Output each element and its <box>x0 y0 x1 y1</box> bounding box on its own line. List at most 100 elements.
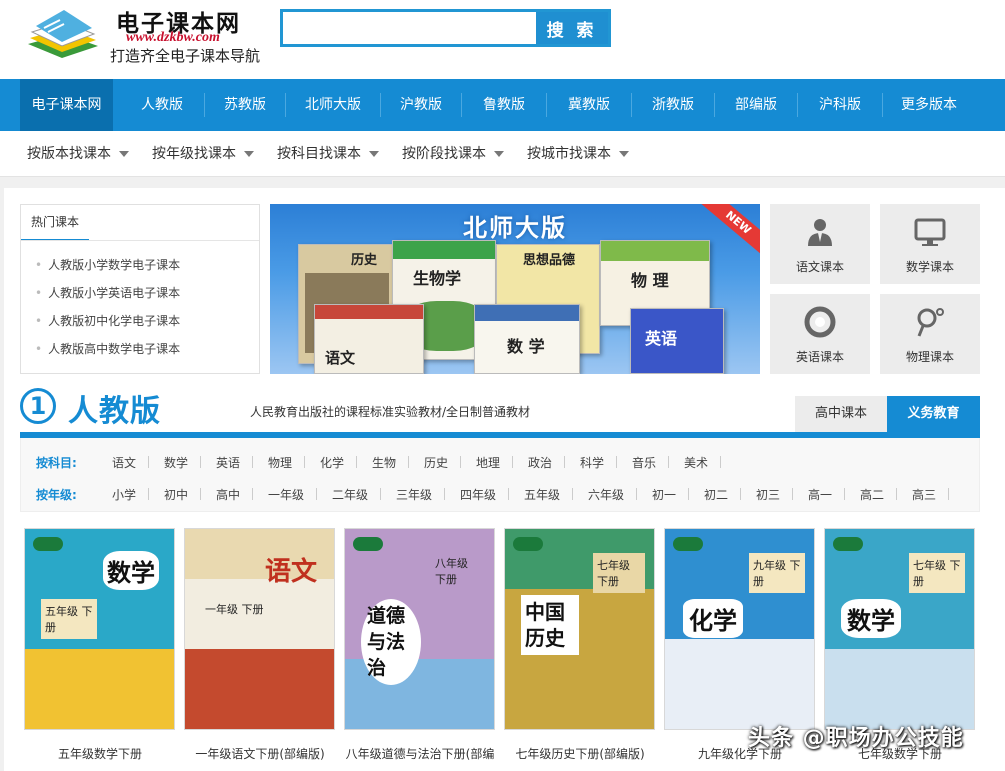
filter-label: 按城市找课本 <box>527 146 611 162</box>
grade-link[interactable]: 四年级 <box>460 486 496 503</box>
nav-item-jijiao[interactable]: 冀教版 <box>547 79 631 131</box>
pin-icon <box>917 308 944 337</box>
nav-item-bsd[interactable]: 北师大版 <box>286 79 380 131</box>
nav-item-huke[interactable]: 沪科版 <box>798 79 882 131</box>
banner-book-label: 数 学 <box>507 337 545 356</box>
chevron-down-icon <box>494 151 504 157</box>
search-button[interactable]: 搜 索 <box>536 12 608 44</box>
subject-link[interactable]: 语文 <box>112 454 136 471</box>
chevron-down-icon <box>244 151 254 157</box>
book-cover[interactable]: 语文 一年级 下册 <box>184 528 335 730</box>
divider <box>564 456 565 468</box>
tile-math[interactable]: 数学课本 <box>880 204 980 284</box>
cover-title: 数学 <box>841 599 901 638</box>
tile-chinese[interactable]: 语文课本 <box>770 204 870 284</box>
grade-link[interactable]: 一年级 <box>268 486 304 503</box>
search-input[interactable] <box>283 12 536 44</box>
nav-item-sujiao[interactable]: 苏教版 <box>205 79 285 131</box>
cover-grade: 九年级 下册 <box>749 553 805 593</box>
nav-item-zhejiao[interactable]: 浙教版 <box>632 79 714 131</box>
grade-link[interactable]: 高中 <box>216 486 240 503</box>
grade-link[interactable]: 高三 <box>912 486 936 503</box>
grade-link[interactable]: 初一 <box>652 486 676 503</box>
cover-artwork <box>665 639 814 729</box>
grade-link[interactable]: 小学 <box>112 486 136 503</box>
nav-item-lujiao[interactable]: 鲁教版 <box>462 79 546 131</box>
divider <box>252 488 253 500</box>
subject-link[interactable]: 地理 <box>476 454 500 471</box>
nav-item-hujiao[interactable]: 沪教版 <box>381 79 461 131</box>
divider <box>316 488 317 500</box>
tab-high-school[interactable]: 高中课本 <box>795 396 887 432</box>
subject-link[interactable]: 历史 <box>424 454 448 471</box>
filter-bar: 按版本找课本 按年级找课本 按科目找课本 按阶段找课本 按城市找课本 <box>0 131 1005 177</box>
divider <box>792 488 793 500</box>
filter-by-stage[interactable]: 按阶段找课本 <box>402 131 504 177</box>
subject-link[interactable]: 美术 <box>684 454 708 471</box>
tab-compulsory-education[interactable]: 义务教育 <box>887 396 980 432</box>
section-title: 人教版 <box>68 394 161 429</box>
grade-link[interactable]: 初三 <box>756 486 780 503</box>
tile-physics[interactable]: 物理课本 <box>880 294 980 374</box>
book-cover[interactable]: 化学 九年级 下册 <box>664 528 815 730</box>
cover-artwork <box>25 649 174 729</box>
nav-item-bubian[interactable]: 部编版 <box>715 79 797 131</box>
book-stripe <box>393 241 495 259</box>
book-cover[interactable]: 数学 五年级 下册 <box>24 528 175 730</box>
hot-item[interactable]: • 人教版高中数学电子课本 <box>35 340 180 357</box>
grade-link[interactable]: 五年级 <box>524 486 560 503</box>
divider <box>200 456 201 468</box>
bullet-icon: • <box>35 286 43 300</box>
divider <box>844 488 845 500</box>
grade-link[interactable]: 高二 <box>860 486 884 503</box>
book-cover[interactable]: 数学 七年级 下册 <box>824 528 975 730</box>
main-nav: 电子课本网 人教版 苏教版 北师大版 沪教版 鲁教版 冀教版 浙教版 部编版 沪… <box>0 79 1005 131</box>
hot-item[interactable]: • 人教版初中化学电子课本 <box>35 312 180 329</box>
filter-by-subject[interactable]: 按科目找课本 <box>277 131 379 177</box>
site-url: www.dzkbw.com <box>126 30 220 45</box>
grade-link[interactable]: 三年级 <box>396 486 432 503</box>
book-caption[interactable]: 五年级数学下册 <box>20 745 180 762</box>
grade-link[interactable]: 六年级 <box>588 486 624 503</box>
book-stripe <box>315 305 423 319</box>
subject-link[interactable]: 科学 <box>580 454 604 471</box>
nav-item-pep[interactable]: 人教版 <box>120 79 204 131</box>
subject-link[interactable]: 音乐 <box>632 454 656 471</box>
subject-link[interactable]: 政治 <box>528 454 552 471</box>
subject-link[interactable]: 数学 <box>164 454 188 471</box>
filter-by-city[interactable]: 按城市找课本 <box>527 131 629 177</box>
hot-item[interactable]: • 人教版小学数学电子课本 <box>35 256 180 273</box>
grade-link[interactable]: 初中 <box>164 486 188 503</box>
divider <box>148 488 149 500</box>
cover-grade: 一年级 下册 <box>205 603 264 616</box>
book-caption[interactable]: 一年级语文下册(部编版) <box>180 745 340 762</box>
cover-title: 数学 <box>103 551 159 590</box>
subject-link[interactable]: 物理 <box>268 454 292 471</box>
grade-link[interactable]: 初二 <box>704 486 728 503</box>
logo-book-icon[interactable] <box>24 6 102 62</box>
promo-banner[interactable]: 北师大版 NEW 历史 生物学 思想品德 物 理 语文 数 学 英语 <box>270 204 760 374</box>
divider <box>668 456 669 468</box>
book-cover[interactable]: 中国历史 七年级 下册 <box>504 528 655 730</box>
divider <box>460 456 461 468</box>
grade-link[interactable]: 高一 <box>808 486 832 503</box>
subject-link[interactable]: 化学 <box>320 454 344 471</box>
book-caption[interactable]: 七年级历史下册(部编版) <box>500 745 660 762</box>
nav-item-home[interactable]: 电子课本网 <box>20 79 113 131</box>
grade-link[interactable]: 二年级 <box>332 486 368 503</box>
bullet-icon: • <box>35 258 43 272</box>
filter-by-version[interactable]: 按版本找课本 <box>27 131 129 177</box>
book-cover[interactable]: 道德与法治 八年级 下册 <box>344 528 495 730</box>
hot-item[interactable]: • 人教版小学英语电子课本 <box>35 284 180 301</box>
nav-item-more[interactable]: 更多版本 <box>883 79 975 131</box>
tile-english[interactable]: 英语课本 <box>770 294 870 374</box>
divider <box>740 488 741 500</box>
watermark: 头条 @职场办公技能 <box>748 726 964 751</box>
divider <box>356 456 357 468</box>
banner-book-label: 物 理 <box>631 271 669 290</box>
subject-link[interactable]: 生物 <box>372 454 396 471</box>
filter-by-grade[interactable]: 按年级找课本 <box>152 131 254 177</box>
subject-link[interactable]: 英语 <box>216 454 240 471</box>
book-caption[interactable]: 八年级道德与法治下册(部编 <box>340 745 500 762</box>
book-stripe <box>475 305 579 321</box>
